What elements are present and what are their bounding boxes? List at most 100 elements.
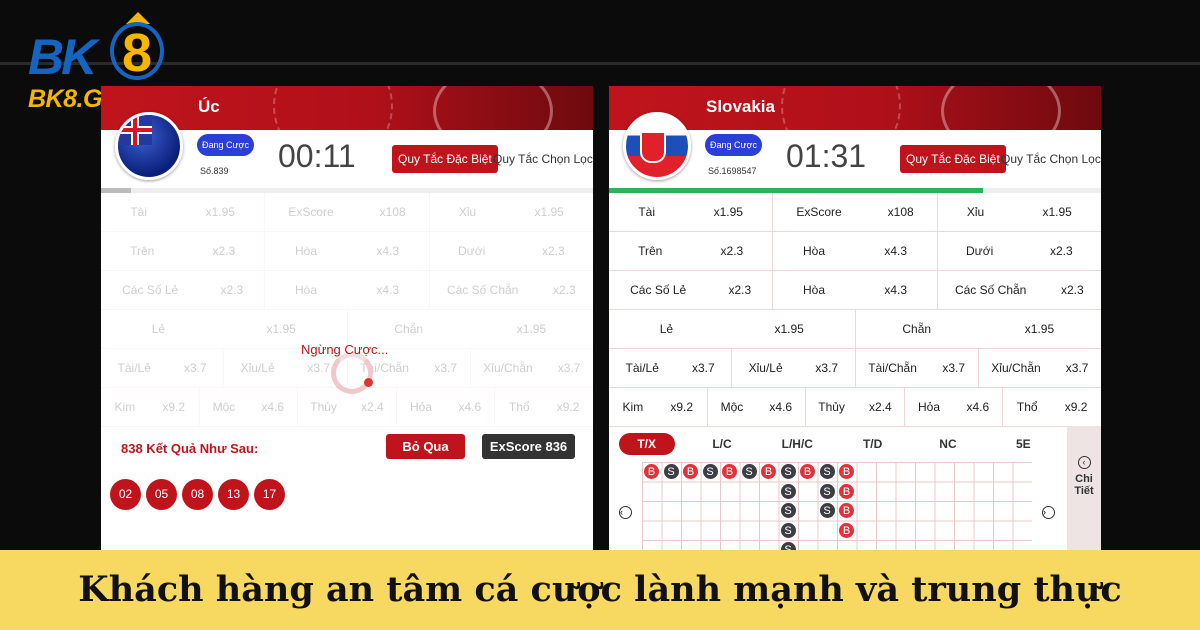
roadmap-tab[interactable]: L/H/C (769, 433, 825, 455)
bet-odds: x2.3 (720, 244, 744, 258)
bet-label: Dưới (966, 244, 994, 258)
bet-option[interactable]: Kim x9.2 (609, 388, 708, 426)
bet-option[interactable]: Hòa x4.3 (265, 232, 430, 270)
bet-label: Xỉu (966, 205, 985, 219)
bet-label: Lẻ (659, 322, 674, 336)
bet-option[interactable]: Hỏa x4.6 (397, 388, 496, 426)
bet-odds: x3.7 (434, 361, 458, 375)
game-panel-slovakia: Slovakia Đang Cược Số.1698547 01:31 Quy … (609, 86, 1101, 556)
bet-label: Tài (130, 205, 147, 219)
bet-odds: x4.6 (966, 400, 990, 414)
scroll-right-icon[interactable]: › (1042, 506, 1055, 519)
roadmap-tab[interactable]: NC (920, 433, 976, 455)
bead-big: B (799, 463, 816, 480)
loading-spinner-icon (331, 352, 373, 394)
bet-option[interactable]: Các Số Chẵn x2.3 (430, 271, 593, 309)
detail-button[interactable]: ‹ Chi Tiết (1067, 426, 1101, 556)
bet-option[interactable]: Xỉu x1.95 (430, 193, 593, 231)
bet-option[interactable]: Dưới x2.3 (430, 232, 593, 270)
bet-label: Các Số Chẵn (954, 283, 1027, 297)
skip-button[interactable]: Bỏ Qua (386, 434, 465, 459)
bet-option[interactable]: Kim x9.2 (101, 388, 200, 426)
bet-option[interactable]: Lẻ x1.95 (609, 310, 856, 348)
bet-option[interactable]: Tài/Lẻ x3.7 (101, 349, 225, 387)
bet-odds: x1.95 (205, 205, 235, 219)
bet-option[interactable]: Trên x2.3 (101, 232, 266, 270)
bead-small: S (779, 502, 797, 519)
bet-odds: x108 (379, 205, 406, 219)
bet-label: Mộc (212, 400, 236, 414)
roadmap-tab[interactable]: 5E (995, 433, 1051, 455)
bet-odds: x2.4 (869, 400, 892, 414)
bet-option[interactable]: Thổ x9.2 (495, 388, 593, 426)
scroll-left-icon[interactable]: ‹ (619, 506, 632, 519)
progress-bar (609, 188, 1101, 193)
odds-row: Tài x1.95 ExScore x108 Xỉu x1.95 (101, 193, 593, 232)
result-balls: 02 05 08 13 17 (110, 479, 285, 510)
bet-option[interactable]: Hỏa x4.6 (905, 388, 1004, 426)
exscore-button[interactable]: ExScore 836 (482, 434, 575, 459)
bet-option[interactable]: Tài x1.95 (609, 193, 774, 231)
bet-option[interactable]: Thổ x9.2 (1003, 388, 1101, 426)
bead-small: S (779, 521, 797, 539)
bet-odds: x2.3 (728, 283, 752, 297)
bet-option[interactable]: Tài x1.95 (101, 193, 266, 231)
bet-odds: x3.7 (815, 361, 839, 375)
bet-odds: x1.95 (1042, 205, 1072, 219)
special-rules-button[interactable]: Quy Tắc Đặc Biệt (392, 145, 498, 173)
bet-odds: x4.6 (261, 400, 285, 414)
bet-label: Tài/Lẻ (117, 361, 151, 375)
bet-odds: x2.3 (212, 244, 236, 258)
filter-rules-link[interactable]: Quy Tắc Chọn Lọc (493, 152, 593, 166)
bead-big: B (838, 482, 855, 500)
bead-road-grid: BSBSBSBSSSSSBSSSBBBB (642, 462, 1032, 556)
bead-big: B (760, 463, 777, 480)
bet-option[interactable]: Xỉu x1.95 (938, 193, 1101, 231)
bet-odds: x1.95 (516, 322, 547, 336)
round-number: Số.1698547 (708, 166, 757, 176)
bet-odds: x3.7 (184, 361, 207, 375)
bet-option[interactable]: Mộc x4.6 (200, 388, 299, 426)
bet-option[interactable]: Xỉu/Chẵn x3.7 (471, 349, 593, 387)
filter-rules-link[interactable]: Quy Tắc Chọn Lọc (1001, 152, 1101, 166)
roadmap-tabs: T/X L/C L/H/C T/D NC 5E (609, 426, 1067, 462)
bet-option[interactable]: Các Số Lẻ x2.3 (101, 271, 266, 309)
bet-label: Tài (638, 205, 655, 219)
bet-label: Hòa (802, 283, 825, 297)
bet-option[interactable]: Mộc x4.6 (708, 388, 807, 426)
bet-option[interactable]: ExScore x108 (265, 193, 430, 231)
bet-option[interactable]: Hòa x4.3 (773, 232, 938, 270)
bet-option[interactable]: Các Số Chẵn x2.3 (938, 271, 1101, 309)
bet-option[interactable]: Trên x2.3 (609, 232, 774, 270)
bet-option[interactable]: Thủy x2.4 (806, 388, 905, 426)
bet-option[interactable]: ExScore x108 (773, 193, 938, 231)
bet-option[interactable]: Hòa x4.3 (265, 271, 430, 309)
bet-option[interactable]: Xỉu/Lẻ x3.7 (732, 349, 856, 387)
bet-option[interactable]: Xỉu/Chẵn x3.7 (979, 349, 1101, 387)
roadmap-tab[interactable]: T/D (845, 433, 901, 455)
bet-label: Các Số Chẵn (446, 283, 519, 297)
bet-label: Mộc (720, 400, 744, 414)
bet-odds: x4.3 (884, 283, 907, 297)
bet-label: Xỉu/Lẻ (240, 361, 275, 375)
bet-label: Các Số Lẻ (122, 283, 179, 297)
bet-option[interactable]: Tài/Chẵn x3.7 (856, 349, 979, 387)
bet-option[interactable]: Tài/Lẻ x3.7 (609, 349, 733, 387)
bet-odds: x2.3 (1049, 244, 1073, 258)
countdown-timer: 00:11 (278, 138, 356, 174)
bet-option[interactable]: Chẵn x1.95 (856, 310, 1102, 348)
roadmap-tab[interactable]: L/C (694, 433, 750, 455)
bet-option[interactable]: Dưới x2.3 (938, 232, 1101, 270)
bet-label: Trên (638, 244, 663, 258)
bet-label: Hỏa (410, 400, 433, 414)
bet-label: Trên (130, 244, 155, 258)
bet-label: Kim (114, 400, 136, 414)
bet-option[interactable]: Các Số Lẻ x2.3 (609, 271, 774, 309)
bet-label: Thổ (1016, 400, 1038, 414)
bet-odds: x4.3 (376, 283, 399, 297)
bet-odds: x2.3 (552, 283, 576, 297)
roadmap-tab[interactable]: T/X (618, 433, 675, 455)
special-rules-button[interactable]: Quy Tắc Đặc Biệt (900, 145, 1006, 173)
panel-title: Úc (198, 97, 220, 116)
bet-option[interactable]: Hòa x4.3 (773, 271, 938, 309)
